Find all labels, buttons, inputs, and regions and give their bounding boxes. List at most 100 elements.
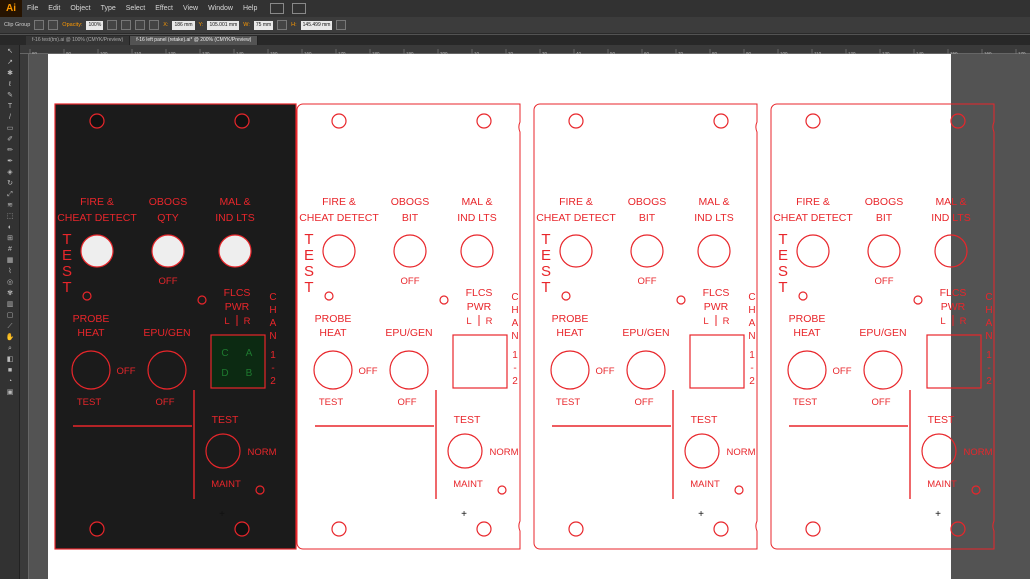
l-label: L xyxy=(940,316,945,327)
x-field[interactable]: 186 mm xyxy=(172,20,195,30)
chan-number: - xyxy=(987,363,990,374)
canvas-area[interactable]: FIRE & CHEAT DETECT OBOGS QTY MAL & IND LTS T E… xyxy=(29,54,1030,579)
rectangle-tool-icon[interactable]: ▭ xyxy=(5,125,15,133)
fire-label: FIRE & xyxy=(80,196,114,208)
gradient-tool-icon[interactable]: ▦ xyxy=(5,257,15,265)
mounting-hole xyxy=(568,521,584,537)
reference-point-icon[interactable] xyxy=(149,20,160,30)
switch-hole xyxy=(697,234,731,268)
menu-select[interactable]: Select xyxy=(121,5,150,12)
chan-number: 1 xyxy=(749,350,755,361)
mal-label: MAL & xyxy=(219,196,250,208)
h-field[interactable]: 145.499 mm xyxy=(300,20,333,30)
off-label: OFF xyxy=(875,276,894,287)
paintbrush-icon[interactable]: ✐ xyxy=(5,136,15,144)
test-vertical-letter: T xyxy=(62,279,71,296)
chan-vertical-letter: N xyxy=(985,331,992,342)
perspective-grid-icon[interactable]: ⊞ xyxy=(5,235,15,243)
selection-tool-icon[interactable]: ↖ xyxy=(5,48,15,56)
direct-selection-tool-icon[interactable]: ↗ xyxy=(5,59,15,67)
probe-heat-switch-hole xyxy=(787,350,827,390)
pen-tool-icon[interactable]: ✎ xyxy=(5,92,15,100)
width-tool-icon[interactable]: ≋ xyxy=(5,202,15,210)
menu-edit[interactable]: Edit xyxy=(43,5,65,12)
switch-hole xyxy=(460,234,494,268)
type-tool-icon[interactable]: T xyxy=(5,103,15,111)
y-field[interactable]: 105.001 mm xyxy=(207,20,240,30)
align-icon[interactable] xyxy=(107,20,118,30)
blend-tool-icon[interactable]: ◎ xyxy=(5,279,15,287)
shape-builder-icon[interactable]: ◐ xyxy=(5,224,15,232)
slice-tool-icon[interactable]: ⟋ xyxy=(5,323,15,331)
off-label: OFF xyxy=(117,366,136,377)
lasso-icon[interactable]: ℓ xyxy=(5,81,15,89)
scale-tool-icon[interactable]: ⤢ xyxy=(5,191,15,199)
edit-clip-icon[interactable] xyxy=(34,20,45,30)
menu-file[interactable]: File xyxy=(22,5,43,12)
opacity-field[interactable]: 100% xyxy=(86,20,104,30)
eraser-icon[interactable]: ◈ xyxy=(5,169,15,177)
l-label: L xyxy=(224,316,229,327)
led-d: D xyxy=(221,368,228,379)
color-mode-icon[interactable]: ■ xyxy=(5,367,15,375)
l-label: L xyxy=(703,316,708,327)
test-vertical-letter: T xyxy=(304,279,313,296)
maint-label: MAINT xyxy=(453,479,483,490)
maint-label: MAINT xyxy=(927,479,957,490)
flcs-label: FLCS xyxy=(940,287,967,299)
eyedropper-icon[interactable]: ⌇ xyxy=(5,268,15,276)
zoom-tool-icon[interactable]: ⌕ xyxy=(5,345,15,353)
switch-hole xyxy=(934,234,968,268)
line-tool-icon[interactable]: / xyxy=(5,114,15,122)
pencil-icon[interactable]: ✏ xyxy=(5,147,15,155)
indicator-hole xyxy=(798,291,808,301)
test-vertical-letter: E xyxy=(62,247,72,264)
transform-options-icon[interactable] xyxy=(336,20,347,30)
symbol-sprayer-icon[interactable]: ✾ xyxy=(5,290,15,298)
chan-vertical-letter: H xyxy=(269,305,276,316)
menu-object[interactable]: Object xyxy=(65,5,95,12)
chan-number: 1 xyxy=(986,350,992,361)
constrain-link-icon[interactable] xyxy=(277,20,288,30)
free-transform-icon[interactable]: ⬚ xyxy=(5,213,15,221)
off-label: OFF xyxy=(833,366,852,377)
test-vertical-letter: S xyxy=(778,263,788,280)
cheat-detect-label: CHEAT DETECT xyxy=(299,212,379,224)
tab-test-doc[interactable]: f-16 test(tm).ai @ 100% (CMYK/Preview) xyxy=(26,36,131,45)
menu-window[interactable]: Window xyxy=(203,5,238,12)
menu-help[interactable]: Help xyxy=(238,5,262,12)
indicator-hole xyxy=(676,295,686,305)
fill-stroke-icon[interactable]: ◧ xyxy=(5,356,15,364)
menu-type[interactable]: Type xyxy=(96,5,121,12)
artboard-tool-icon[interactable]: ▢ xyxy=(5,312,15,320)
arrange-documents-icon[interactable] xyxy=(292,3,307,14)
mesh-tool-icon[interactable]: # xyxy=(5,246,15,254)
mounting-hole xyxy=(950,521,966,537)
panel-dark-preview: FIRE &CHEAT DETECTOBOGSQTYMAL &IND LTSTE… xyxy=(54,103,297,550)
edit-contents-icon[interactable] xyxy=(48,20,59,30)
maint-label: MAINT xyxy=(211,479,241,490)
switch-hole xyxy=(559,234,593,268)
magic-wand-icon[interactable]: ✱ xyxy=(5,70,15,78)
vertical-ruler[interactable] xyxy=(20,54,29,579)
distribute-icon[interactable] xyxy=(135,20,146,30)
cheat-detect-label: CHEAT DETECT xyxy=(57,212,137,224)
test-label: TEST xyxy=(77,397,101,408)
menu-effect[interactable]: Effect xyxy=(150,5,178,12)
menu-view[interactable]: View xyxy=(178,5,203,12)
w-field[interactable]: 75 mm xyxy=(253,20,274,30)
horizontal-ruler[interactable]: 8090100110120130140150160170180190200102… xyxy=(20,45,1030,58)
bridge-icon[interactable] xyxy=(270,3,285,14)
transform-icon[interactable] xyxy=(121,20,132,30)
control-bar: Clip Group Opacity: 100% X: 186 mm Y: 10… xyxy=(0,17,1030,34)
chan-number: - xyxy=(750,363,753,374)
rotate-tool-icon[interactable]: ↻ xyxy=(5,180,15,188)
graph-tool-icon[interactable]: ▥ xyxy=(5,301,15,309)
hand-tool-icon[interactable]: ✋ xyxy=(5,334,15,342)
chan-number: 2 xyxy=(986,376,992,387)
tab-left-panel-doc[interactable]: f-16 left panel (retake).ai* @ 200% (CMY… xyxy=(130,36,259,45)
screen-mode-icon[interactable]: ▣ xyxy=(5,389,15,397)
bit-label: BIT xyxy=(639,212,656,224)
blob-brush-icon[interactable]: ✒ xyxy=(5,158,15,166)
draw-mode-icon[interactable]: ◔ xyxy=(5,378,15,386)
